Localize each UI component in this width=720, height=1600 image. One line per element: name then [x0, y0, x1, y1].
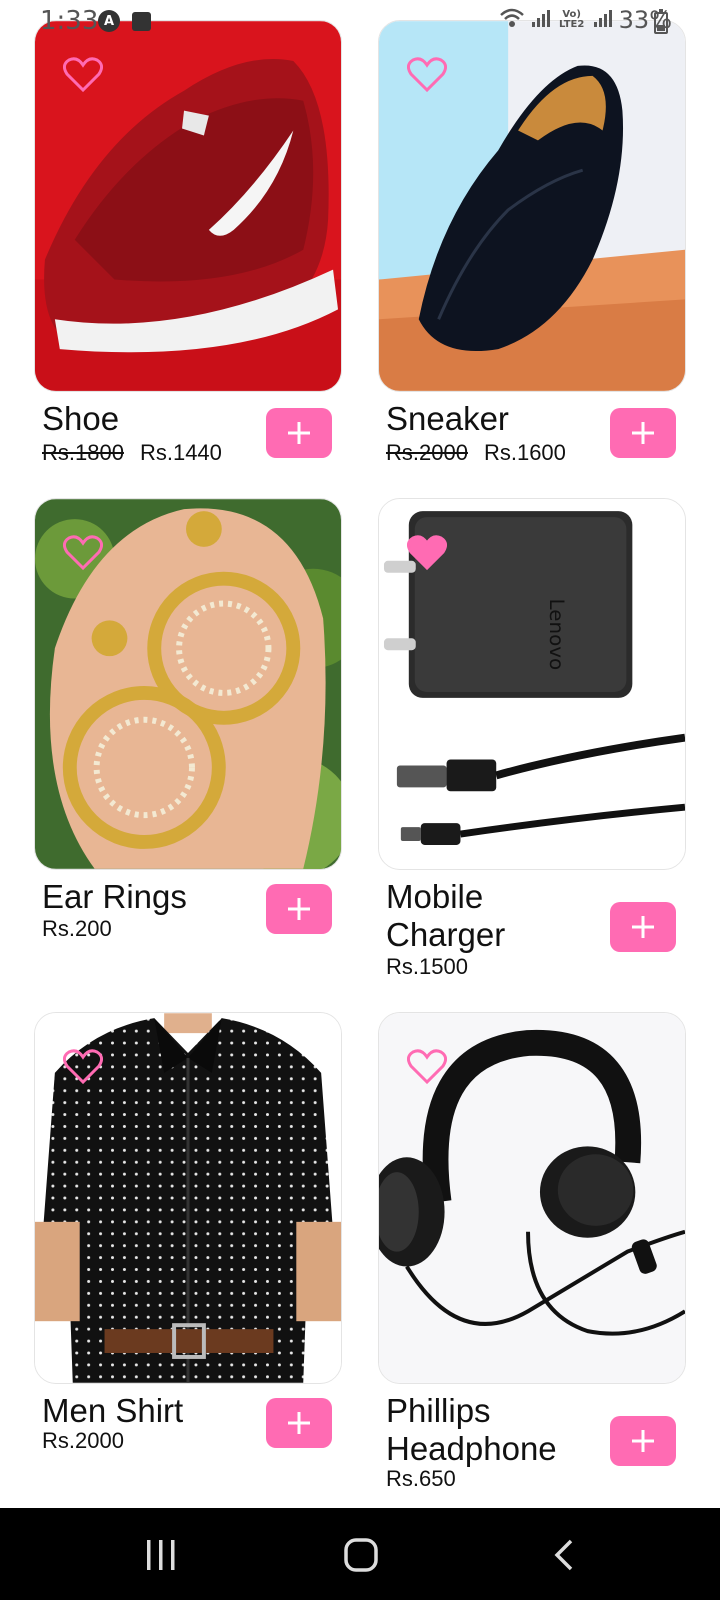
product-image[interactable]: [378, 1012, 686, 1384]
original-price: Rs.1800: [42, 440, 124, 465]
add-to-cart-button[interactable]: [266, 1398, 332, 1448]
price-row: Rs.2000: [42, 1428, 124, 1454]
product-image[interactable]: [378, 20, 686, 392]
price-row: Rs.2000 Rs.1600: [386, 440, 566, 466]
status-indicators: Vo) LTE2 33%: [499, 6, 672, 34]
product-name: Sneaker: [386, 400, 509, 437]
add-to-cart-button[interactable]: [610, 1416, 676, 1466]
favorite-heart-icon[interactable]: [63, 57, 103, 93]
add-to-cart-button[interactable]: [610, 902, 676, 952]
product-name: Ear Rings: [42, 878, 187, 915]
product-price: Rs.2000: [42, 1428, 124, 1453]
product-price: Rs.1600: [483, 440, 566, 465]
add-to-cart-button[interactable]: [266, 884, 332, 934]
signal-strength-icon: [593, 8, 613, 32]
product-price: Rs.1440: [139, 440, 222, 465]
product-card[interactable]: Lenovo Mobile Charger Rs.1500: [378, 498, 686, 1000]
signal-strength-icon: [531, 8, 551, 32]
product-card[interactable]: Sneaker Rs.2000 Rs.1600: [378, 20, 686, 492]
plus-icon: [632, 916, 654, 938]
price-row: Rs.1500: [386, 954, 468, 980]
product-card[interactable]: Phillips Headphone Rs.650: [378, 1012, 686, 1514]
product-name: Shoe: [42, 400, 120, 437]
favorite-heart-icon[interactable]: [407, 1049, 447, 1085]
product-price: Rs.650: [386, 1466, 456, 1491]
price-row: Rs.650: [386, 1466, 456, 1492]
plus-icon: [288, 1412, 310, 1434]
product-card[interactable]: Men Shirt Rs.2000: [34, 1012, 342, 1484]
plus-icon: [288, 422, 310, 444]
app-notification-icon: A: [98, 10, 120, 32]
notification-badge-label: A: [103, 13, 115, 29]
product-info: Phillips Headphone Rs.650: [378, 1384, 686, 1514]
product-card[interactable]: Shoe Rs.1800 Rs.1440: [34, 20, 342, 492]
favorite-heart-icon[interactable]: [407, 57, 447, 93]
network-type-label: Vo) LTE2: [558, 9, 585, 30]
home-icon[interactable]: [344, 1538, 378, 1572]
status-time: 1:33: [40, 6, 99, 36]
plus-icon: [632, 422, 654, 444]
plus-icon: [632, 1430, 654, 1452]
product-name: Phillips Headphone: [386, 1392, 557, 1467]
product-info: Men Shirt Rs.2000: [34, 1384, 342, 1484]
price-row: Rs.1800 Rs.1440: [42, 440, 222, 466]
charger-brand-text: Lenovo: [545, 599, 568, 671]
product-card[interactable]: Ear Rings Rs.200: [34, 498, 342, 970]
product-info: Ear Rings Rs.200: [34, 870, 342, 970]
add-to-cart-button[interactable]: [266, 408, 332, 458]
favorite-heart-icon[interactable]: [63, 535, 103, 571]
plus-icon: [288, 898, 310, 920]
product-info: Shoe Rs.1800 Rs.1440: [34, 392, 342, 492]
product-price: Rs.1500: [386, 954, 468, 979]
battery-icon: [654, 9, 668, 34]
product-price: Rs.200: [42, 916, 112, 941]
product-info: Mobile Charger Rs.1500: [378, 870, 686, 1000]
price-row: Rs.200: [42, 916, 112, 942]
recent-apps-icon[interactable]: [144, 1538, 178, 1572]
product-name: Men Shirt: [42, 1392, 184, 1429]
product-info: Sneaker Rs.2000 Rs.1600: [378, 392, 686, 492]
product-image[interactable]: [34, 20, 342, 392]
favorite-heart-icon[interactable]: [407, 535, 447, 571]
add-to-cart-button[interactable]: [610, 408, 676, 458]
back-icon[interactable]: [552, 1538, 576, 1572]
status-bar: 1:33 A Vo) LTE2 33%: [0, 0, 720, 44]
product-image[interactable]: [34, 498, 342, 870]
app-notification-icon: [132, 12, 151, 31]
system-navigation-bar: [0, 1508, 720, 1600]
wifi-icon: [499, 7, 525, 33]
product-image[interactable]: [34, 1012, 342, 1384]
product-name: Mobile Charger: [386, 878, 506, 953]
favorite-heart-icon[interactable]: [63, 1049, 103, 1085]
product-image[interactable]: Lenovo: [378, 498, 686, 870]
original-price: Rs.2000: [386, 440, 468, 465]
